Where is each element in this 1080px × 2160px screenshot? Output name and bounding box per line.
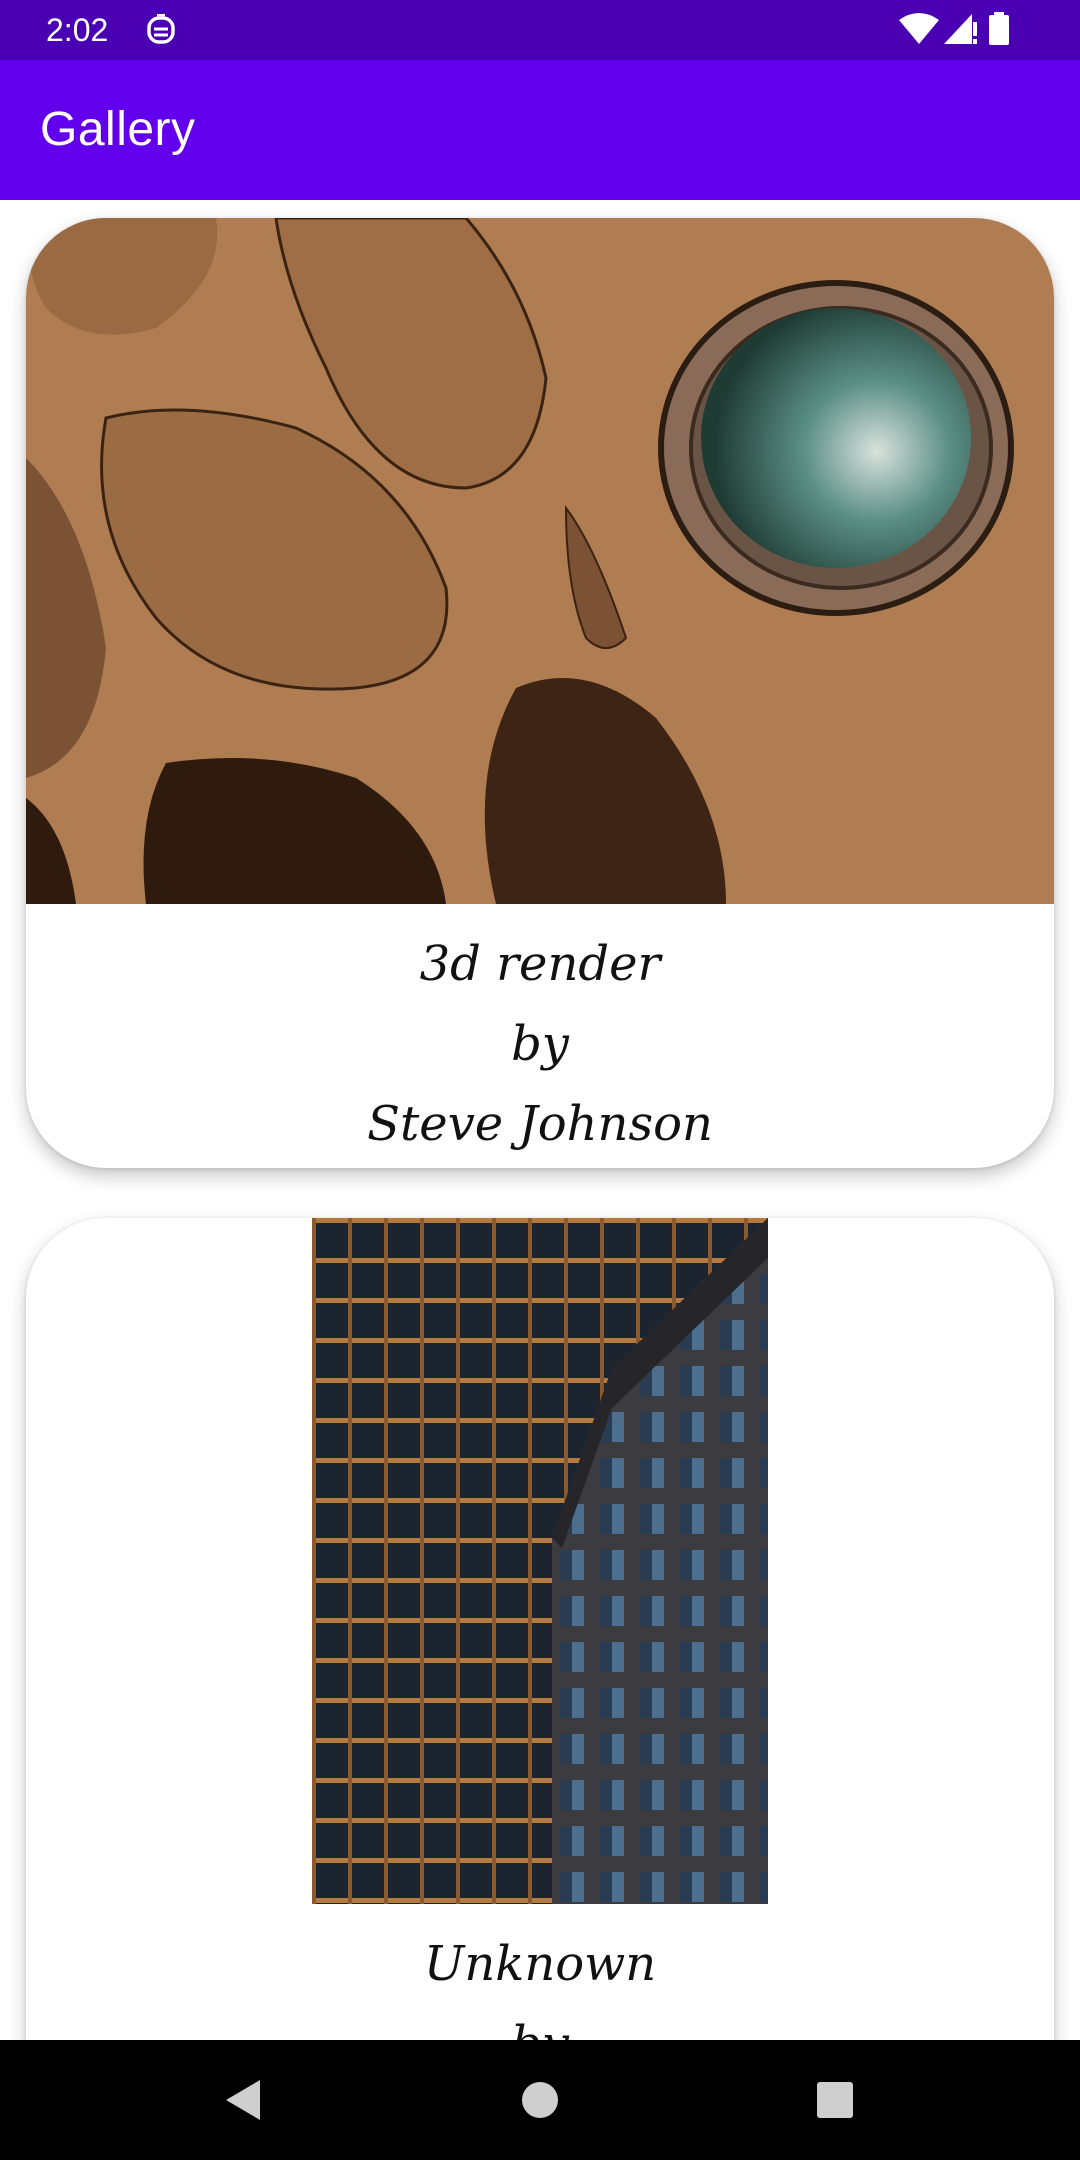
recents-icon[interactable] <box>805 2070 865 2130</box>
card-by-label: by <box>511 1016 569 1072</box>
wifi-icon <box>898 12 940 50</box>
abstract-3d-render-image <box>26 218 1054 904</box>
gallery-list[interactable]: 3d render by Steve Johnson Unknown <box>0 200 1080 2040</box>
nav-bar <box>0 2040 1080 2160</box>
building-facade-image <box>312 1218 768 1904</box>
notification-icon <box>146 13 176 50</box>
home-icon[interactable] <box>510 2070 570 2130</box>
card-title: 3d render <box>419 936 661 992</box>
app-title: Gallery <box>40 103 196 156</box>
signal-icon <box>942 12 978 50</box>
app-bar: Gallery <box>0 60 1080 200</box>
card-author: Steve Johnson <box>367 1096 713 1152</box>
battery-icon <box>988 12 1010 50</box>
gallery-card[interactable]: 3d render by Steve Johnson <box>26 218 1054 1168</box>
back-icon[interactable] <box>212 2070 272 2130</box>
gallery-card[interactable]: Unknown by <box>26 1218 1054 2040</box>
status-bar: 2:02 <box>0 0 1080 60</box>
card-title: Unknown <box>423 1936 657 1992</box>
status-time: 2:02 <box>46 12 109 48</box>
card-by-label: by <box>26 2004 1054 2040</box>
